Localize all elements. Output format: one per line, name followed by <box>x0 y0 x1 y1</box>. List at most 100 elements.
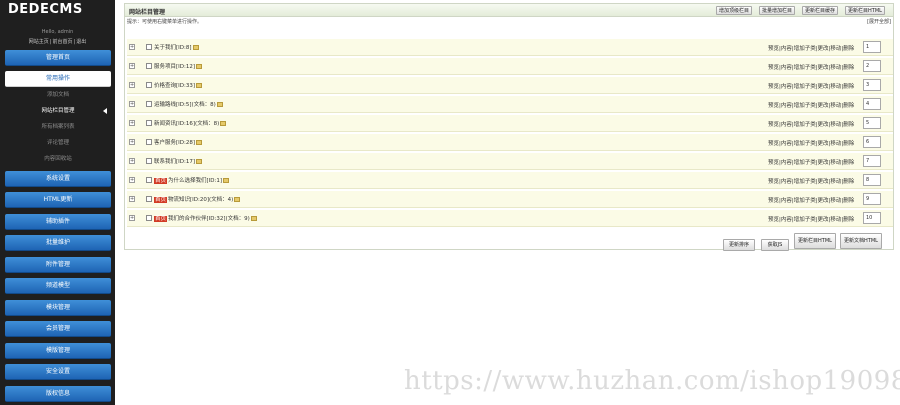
nav-copyright[interactable]: 版权信息 <box>5 386 111 402</box>
sort-order-input[interactable]: 2 <box>863 60 881 72</box>
category-name[interactable]: 新闻资讯[ID:16](文档：8) <box>154 119 227 127</box>
category-row: + 关于我们[ID:8] 预览|内容|增加子类|更改|移动|删除 1 <box>127 39 893 56</box>
category-checkbox[interactable] <box>146 101 152 107</box>
update-category-html-bottom-button[interactable]: 更新栏目HTML <box>794 233 836 249</box>
nav-channel-model[interactable]: 频道模型 <box>5 278 111 294</box>
category-checkbox[interactable] <box>146 215 152 221</box>
nav-common-ops[interactable]: 常用操作 <box>5 71 111 87</box>
category-actions[interactable]: 预览|内容|增加子类|更改|移动|删除 <box>768 120 854 128</box>
category-name[interactable]: 价格查询[ID:33] <box>154 81 203 89</box>
sort-order-input[interactable]: 10 <box>863 212 881 224</box>
nav-batch-maintain[interactable]: 批量维护 <box>5 235 111 251</box>
expand-plus-icon[interactable]: + <box>129 101 135 107</box>
nav-manage-home[interactable]: 管理首页 <box>5 50 111 66</box>
category-name[interactable]: 服务项目[ID:12] <box>154 62 203 70</box>
batch-add-category-button[interactable]: 批量增加栏目 <box>759 6 796 15</box>
link-logout[interactable]: 退出 <box>76 39 86 45</box>
nav-modules[interactable]: 模块管理 <box>5 300 111 316</box>
sort-order-input[interactable]: 8 <box>863 174 881 186</box>
user-links: 网站主页|前台首页|退出 <box>28 39 87 45</box>
category-actions[interactable]: 预览|内容|增加子类|更改|移动|删除 <box>768 101 854 109</box>
sub-item-all-archives[interactable]: 所有档案列表 <box>5 122 111 132</box>
folder-icon <box>196 83 203 88</box>
update-order-button[interactable]: 更新排序 <box>723 239 755 251</box>
category-name[interactable]: 首页 为什么选择我们[ID:1] <box>154 176 230 184</box>
folder-icon <box>223 178 230 183</box>
category-name[interactable]: 运输路线[ID:5](文档：8) <box>154 100 223 108</box>
sub-item-comments[interactable]: 评论管理 <box>5 138 111 148</box>
category-actions[interactable]: 预览|内容|增加子类|更改|移动|删除 <box>768 139 854 147</box>
category-row: + 首页 为什么选择我们[ID:1] 预览|内容|增加子类|更改|移动|删除 8 <box>127 172 893 189</box>
category-checkbox[interactable] <box>146 158 152 164</box>
bottom-toolbar: 更新排序 获取JS 更新栏目HTML 更新文档HTML <box>125 230 893 251</box>
category-checkbox[interactable] <box>146 82 152 88</box>
nav-html-update[interactable]: HTML更新 <box>5 192 111 208</box>
expand-plus-icon[interactable]: + <box>129 139 135 145</box>
category-actions[interactable]: 预览|内容|增加子类|更改|移动|删除 <box>768 63 854 71</box>
category-checkbox[interactable] <box>146 44 152 50</box>
category-name[interactable]: 首页 我们的合作伙伴[ID:32](文档：9) <box>154 214 257 222</box>
category-actions[interactable]: 预览|内容|增加子类|更改|移动|删除 <box>768 215 854 223</box>
link-front-page[interactable]: 前台首页 <box>52 39 72 45</box>
page-title: 网站栏目管理 <box>129 9 166 16</box>
category-name[interactable]: 联系我们[ID:17] <box>154 157 203 165</box>
category-row: + 运输路线[ID:5](文档：8) 预览|内容|增加子类|更改|移动|删除 4 <box>127 96 893 113</box>
folder-icon <box>196 159 203 164</box>
category-actions[interactable]: 预览|内容|增加子类|更改|移动|删除 <box>768 82 854 90</box>
update-cache-button[interactable]: 更新栏目缓存 <box>802 6 839 15</box>
expand-plus-icon[interactable]: + <box>129 63 135 69</box>
link-site-home[interactable]: 网站主页 <box>29 39 49 45</box>
category-checkbox[interactable] <box>146 177 152 183</box>
nav-plugins[interactable]: 辅助插件 <box>5 214 111 230</box>
nav-members[interactable]: 会员管理 <box>5 321 111 337</box>
category-name[interactable]: 关于我们[ID:8] <box>154 43 199 51</box>
get-js-button[interactable]: 获取JS <box>761 239 789 251</box>
sort-order-input[interactable]: 6 <box>863 136 881 148</box>
category-manage-panel: 网站栏目管理 增加顶级栏目 批量增加栏目 更新栏目缓存 更新栏目HTML 提示：… <box>124 3 894 251</box>
sort-order-input[interactable]: 1 <box>863 41 881 53</box>
tip-row: 提示：可使用右键菜单进行操作。 [展开全部] <box>125 17 893 27</box>
nav-templates[interactable]: 模版管理 <box>5 343 111 359</box>
category-actions[interactable]: 预览|内容|增加子类|更改|移动|删除 <box>768 158 854 166</box>
app-window: DEDECMS Hello, admin 网站主页|前台首页|退出 管理首页 常… <box>0 0 900 405</box>
nav-attachments[interactable]: 附件管理 <box>5 257 111 273</box>
sub-item-recycle-bin[interactable]: 内容回收站 <box>5 154 111 164</box>
nav-system-settings[interactable]: 系统设置 <box>5 171 111 187</box>
expand-plus-icon[interactable]: + <box>129 215 135 221</box>
sort-order-input[interactable]: 5 <box>863 117 881 129</box>
category-name-text: 联系我们[ID:17] <box>154 159 196 165</box>
expand-plus-icon[interactable]: + <box>129 120 135 126</box>
expand-plus-icon[interactable]: + <box>129 196 135 202</box>
category-row: + 客户服务[ID:28] 预览|内容|增加子类|更改|移动|删除 6 <box>127 134 893 151</box>
sort-order-input[interactable]: 3 <box>863 79 881 91</box>
folder-icon <box>196 64 203 69</box>
expand-plus-icon[interactable]: + <box>129 44 135 50</box>
category-checkbox[interactable] <box>146 120 152 126</box>
folder-icon <box>216 102 223 107</box>
category-actions[interactable]: 预览|内容|增加子类|更改|移动|删除 <box>768 196 854 204</box>
category-actions[interactable]: 预览|内容|增加子类|更改|移动|删除 <box>768 44 854 52</box>
update-document-html-button[interactable]: 更新文档HTML <box>840 233 882 249</box>
expand-plus-icon[interactable]: + <box>129 82 135 88</box>
sub-item-category-manage[interactable]: 网站栏目管理 <box>5 106 111 116</box>
folder-icon <box>196 140 203 145</box>
sort-order-input[interactable]: 4 <box>863 98 881 110</box>
sub-item-add-document[interactable]: 添加文档 <box>5 90 111 100</box>
sidebar: DEDECMS Hello, admin 网站主页|前台首页|退出 管理首页 常… <box>0 0 115 405</box>
sort-order-input[interactable]: 9 <box>863 193 881 205</box>
nav-security[interactable]: 安全设置 <box>5 364 111 380</box>
folder-icon <box>234 197 241 202</box>
expand-plus-icon[interactable]: + <box>129 177 135 183</box>
category-row: + 新闻资讯[ID:16](文档：8) 预览|内容|增加子类|更改|移动|删除 5 <box>127 115 893 132</box>
add-top-category-button[interactable]: 增加顶级栏目 <box>716 6 753 15</box>
expand-plus-icon[interactable]: + <box>129 158 135 164</box>
sort-order-input[interactable]: 7 <box>863 155 881 167</box>
category-name[interactable]: 客户服务[ID:28] <box>154 138 203 146</box>
category-actions[interactable]: 预览|内容|增加子类|更改|移动|删除 <box>768 177 854 185</box>
update-category-html-button[interactable]: 更新栏目HTML <box>845 6 885 15</box>
category-checkbox[interactable] <box>146 139 152 145</box>
category-checkbox[interactable] <box>146 196 152 202</box>
category-name[interactable]: 首页 物流知识[ID:20](文档：4) <box>154 195 241 203</box>
expand-all-link[interactable]: [展开全部] <box>867 17 891 27</box>
category-checkbox[interactable] <box>146 63 152 69</box>
